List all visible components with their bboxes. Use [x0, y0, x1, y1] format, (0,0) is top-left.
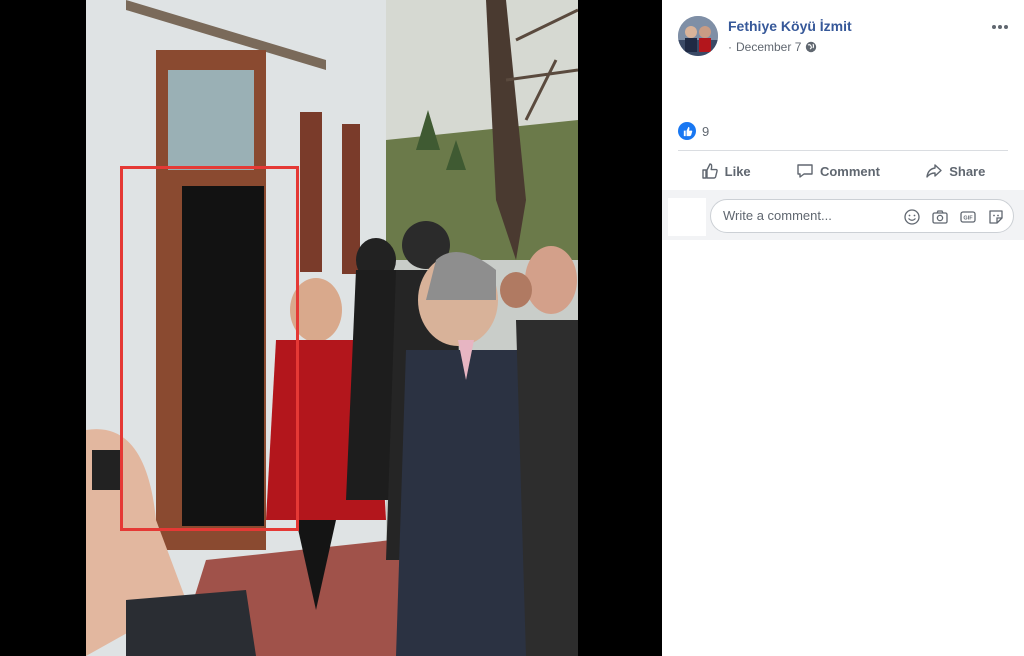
highlight-box — [120, 166, 299, 531]
comment-box[interactable]: GIF — [710, 199, 1014, 233]
camera-icon[interactable] — [931, 208, 949, 226]
comment-label: Comment — [819, 163, 880, 179]
post-date[interactable]: December 7 — [736, 40, 801, 54]
gif-icon[interactable]: GIF — [959, 208, 977, 226]
post-side-panel: Fethiye Köyü İzmit · December 7 9 Like C… — [662, 0, 1024, 656]
like-label: Like — [724, 163, 751, 179]
post-meta: · December 7 — [728, 40, 817, 54]
emoji-icon[interactable] — [903, 208, 921, 226]
comment-icon — [797, 164, 813, 178]
reactions-summary[interactable]: 9 — [678, 122, 709, 140]
action-bar: Like Comment Share — [678, 152, 1008, 190]
share-icon — [926, 164, 942, 178]
post-header: Fethiye Köyü İzmit · December 7 — [678, 16, 1014, 60]
more-icon[interactable] — [990, 20, 1010, 32]
divider — [678, 150, 1008, 151]
avatar[interactable] — [678, 16, 718, 56]
reaction-count: 9 — [702, 123, 710, 139]
comment-button[interactable]: Comment — [786, 156, 890, 186]
comment-tools: GIF — [903, 208, 1005, 226]
share-button[interactable]: Share — [915, 156, 995, 186]
comment-input[interactable] — [723, 208, 883, 223]
like-reaction-icon — [678, 122, 696, 140]
like-icon — [701, 163, 718, 179]
commenter-avatar — [668, 198, 706, 236]
comment-composer: GIF — [662, 190, 1024, 240]
photo-viewer — [0, 0, 662, 656]
share-label: Share — [949, 163, 986, 179]
post-author-name[interactable]: Fethiye Köyü İzmit — [728, 18, 852, 34]
globe-icon[interactable] — [805, 41, 817, 53]
meta-separator: · — [728, 40, 732, 54]
sticker-icon[interactable] — [987, 208, 1005, 226]
svg-text:GIF: GIF — [963, 216, 973, 222]
like-button[interactable]: Like — [691, 156, 761, 186]
